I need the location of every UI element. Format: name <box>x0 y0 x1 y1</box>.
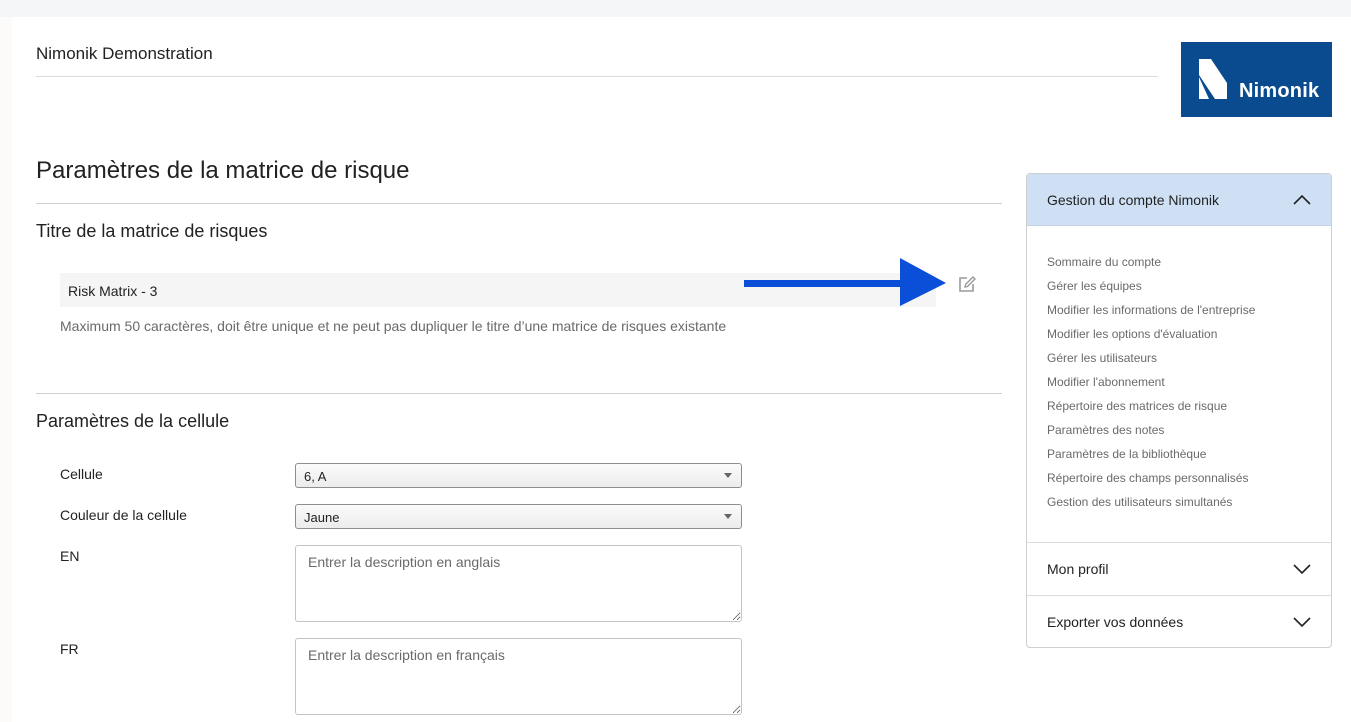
logo-mark-icon <box>1199 59 1227 99</box>
page-title: Paramètres de la matrice de risque <box>36 157 410 184</box>
select-caret-icon <box>724 514 732 519</box>
matrix-title-help: Maximum 50 caractères, doit être unique … <box>60 318 727 334</box>
sidebar-item-notes-settings[interactable]: Paramètres des notes <box>1047 423 1255 447</box>
sidebar-item-company-info[interactable]: Modifier les informations de l'entrepris… <box>1047 303 1255 327</box>
edit-icon[interactable] <box>958 276 978 294</box>
account-menu: Sommaire du compte Gérer les équipes Mod… <box>1047 255 1255 519</box>
sidebar-item-evaluation-options[interactable]: Modifier les options d'évaluation <box>1047 327 1255 351</box>
my-profile-label: Mon profil <box>1047 561 1109 577</box>
annotation-arrow-icon <box>744 258 946 306</box>
select-caret-icon <box>724 473 732 478</box>
matrix-title-heading: Titre de la matrice de risques <box>36 221 268 241</box>
en-label: EN <box>60 548 80 564</box>
sidebar-item-subscription[interactable]: Modifier l'abonnement <box>1047 375 1255 399</box>
matrix-title-value: Risk Matrix - 3 <box>68 283 158 299</box>
sidebar-item-manage-teams[interactable]: Gérer les équipes <box>1047 279 1255 303</box>
left-strip <box>0 17 12 722</box>
fr-description-textarea[interactable] <box>295 638 742 715</box>
cell-label: Cellule <box>60 466 103 482</box>
fr-label: FR <box>60 641 79 657</box>
account-sidebar: Gestion du compte Nimonik Sommaire du co… <box>1026 173 1332 648</box>
cell-settings-heading: Paramètres de la cellule <box>36 411 230 431</box>
cell-color-value: Jaune <box>304 510 340 525</box>
chevron-up-icon[interactable] <box>1293 194 1311 205</box>
chevron-down-icon <box>1293 564 1311 575</box>
sidebar-item-account-summary[interactable]: Sommaire du compte <box>1047 255 1255 279</box>
sidebar-item-risk-matrices[interactable]: Répertoire des matrices de risque <box>1047 399 1255 423</box>
top-bar <box>0 0 1351 17</box>
account-management-title: Gestion du compte Nimonik <box>1047 192 1219 208</box>
cell-color-select[interactable]: Jaune <box>295 504 742 529</box>
chevron-down-icon <box>1293 617 1311 628</box>
cell-select-value: 6, A <box>304 469 327 484</box>
sidebar-item-library-settings[interactable]: Paramètres de la bibliothèque <box>1047 447 1255 471</box>
cell-color-label: Couleur de la cellule <box>60 507 187 523</box>
title-divider <box>36 203 1002 204</box>
sidebar-item-concurrent-users[interactable]: Gestion des utilisateurs simultanés <box>1047 495 1255 519</box>
header-divider <box>36 76 1158 77</box>
my-profile-section[interactable]: Mon profil <box>1027 542 1331 595</box>
logo-text: Nimonik <box>1239 80 1320 102</box>
company-name: Nimonik Demonstration <box>36 44 213 63</box>
export-data-label: Exporter vos données <box>1047 614 1184 630</box>
export-data-section[interactable]: Exporter vos données <box>1027 595 1331 647</box>
sidebar-item-custom-fields[interactable]: Répertoire des champs personnalisés <box>1047 471 1255 495</box>
nimonik-logo[interactable]: Nimonik <box>1181 42 1332 117</box>
sidebar-item-manage-users[interactable]: Gérer les utilisateurs <box>1047 351 1255 375</box>
cell-select[interactable]: 6, A <box>295 463 742 488</box>
en-description-textarea[interactable] <box>295 545 742 622</box>
section-divider <box>36 393 1002 394</box>
account-management-header[interactable]: Gestion du compte Nimonik <box>1027 174 1331 226</box>
